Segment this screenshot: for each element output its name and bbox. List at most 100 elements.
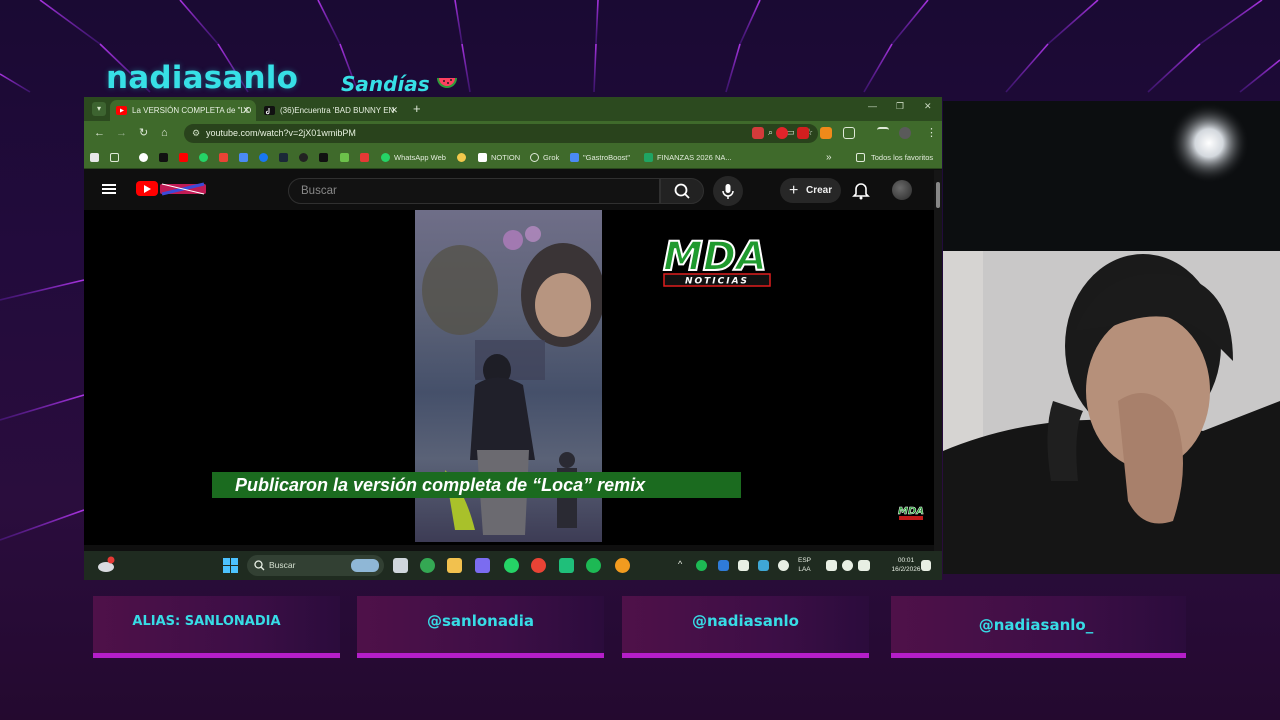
folder-icon — [856, 153, 865, 162]
tab-search-menu[interactable]: ▾ — [92, 102, 106, 116]
hamburger-menu-icon[interactable] — [102, 184, 116, 194]
address-toolbar: ← → ↻ ⌂ ⚙ youtube.com/watch?v=2jX01wmibP… — [84, 121, 942, 146]
calendar-icon[interactable] — [239, 153, 248, 162]
youtube-logo[interactable] — [136, 181, 158, 196]
site-info-icon[interactable]: ⚙ — [192, 128, 200, 139]
pdf-extension-icon[interactable] — [797, 127, 809, 139]
whatsapp-bookmark-icon[interactable] — [199, 153, 208, 162]
tray-mic-icon[interactable] — [778, 560, 789, 571]
spotify-icon[interactable] — [586, 558, 601, 573]
x-icon[interactable] — [159, 153, 168, 162]
browser-window: ▾ La VERSIÓN COMPLETA de "LO ✕ (36)Encue… — [84, 97, 942, 551]
whatsapp-taskbar-icon[interactable] — [504, 558, 519, 573]
close-tab-icon[interactable]: ✕ — [390, 100, 398, 121]
notifications-bell-icon[interactable] — [852, 180, 870, 200]
bookmark-whatsapp[interactable]: WhatsApp Web — [394, 146, 446, 169]
bell-bookmark-icon[interactable] — [457, 153, 466, 162]
language-indicator[interactable]: ESP LAA — [798, 556, 811, 574]
news-caption-banner: Publicaron la versión completa de “Loca”… — [212, 472, 741, 498]
youtube-search-input[interactable]: Buscar — [288, 178, 660, 204]
sheet-red-icon[interactable] — [360, 153, 369, 162]
all-bookmarks[interactable]: Todos los favoritos — [871, 146, 933, 169]
create-button[interactable]: + Crear — [780, 178, 841, 203]
mda-watermark-logo: MDA — [898, 506, 924, 520]
game-bookmark-icon[interactable] — [340, 153, 349, 162]
chrome-active-icon[interactable] — [615, 558, 630, 573]
plus-icon: + — [789, 182, 799, 199]
monitor-icon[interactable] — [826, 560, 837, 571]
zoom-icon[interactable]: ⌕ — [768, 127, 773, 138]
tray-app-icon[interactable] — [738, 560, 749, 571]
threads-icon[interactable] — [299, 153, 308, 162]
play-extension-icon[interactable] — [820, 127, 832, 139]
bluetooth-icon[interactable] — [718, 560, 729, 571]
bookmark-grok[interactable]: Grok — [543, 146, 559, 169]
alias-text: ALIAS: SANLONADIA — [132, 614, 281, 629]
google-icon[interactable] — [139, 153, 148, 162]
create-label: Crear — [806, 185, 833, 196]
forward-icon[interactable]: → — [116, 127, 127, 140]
grid-icon[interactable] — [110, 153, 119, 162]
reload-icon[interactable]: ↻ — [139, 127, 148, 140]
tab-tiktok[interactable]: (36)Encuentra 'BAD BUNNY EN ✕ — [258, 100, 404, 121]
language-top: ESP — [798, 557, 812, 564]
battery-icon[interactable] — [858, 560, 870, 571]
home-icon[interactable]: ⌂ — [161, 127, 168, 140]
close-tab-icon[interactable]: ✕ — [242, 100, 250, 121]
new-tab-button[interactable]: + — [413, 100, 421, 118]
watermelon-icon — [437, 78, 457, 88]
tray-drive-icon[interactable] — [758, 560, 769, 571]
facebook-icon[interactable] — [259, 153, 268, 162]
youtube-bookmark-icon[interactable] — [179, 153, 188, 162]
tray-overflow-icon[interactable]: ^ — [678, 560, 682, 569]
restore-icon[interactable]: ❐ — [896, 101, 904, 112]
social-handle-1: @sanlonadia — [427, 612, 534, 630]
gmail-icon[interactable] — [219, 153, 228, 162]
volume-icon[interactable] — [842, 560, 853, 571]
tab-strip: ▾ La VERSIÓN COMPLETA de "LO ✕ (36)Encue… — [84, 97, 942, 121]
youtube-search-button[interactable] — [660, 178, 704, 204]
mda-watermark-text: MDA — [898, 506, 924, 517]
green-app-icon[interactable] — [559, 558, 574, 573]
address-bar[interactable]: ⚙ youtube.com/watch?v=2jX01wmibPM ⌕ ▭ ☆ — [184, 124, 818, 143]
notion-icon — [478, 153, 487, 162]
system-clock[interactable]: 00:01 16/2/2026 — [890, 556, 922, 574]
bookmark-gastroboost[interactable]: "GastroBoost" — [583, 146, 630, 169]
video-player[interactable]: MDA NOTICIAS Publicaron la versión compl… — [84, 210, 934, 545]
url-text[interactable]: youtube.com/watch?v=2jX01wmibPM — [206, 124, 356, 143]
adblock-extension-icon[interactable] — [752, 127, 764, 139]
minimize-icon[interactable]: — — [868, 101, 877, 111]
tray-spotify-icon[interactable] — [696, 560, 707, 571]
more-bookmarks-icon[interactable]: » — [826, 146, 832, 169]
task-view-icon[interactable] — [393, 558, 408, 573]
voice-search-button[interactable] — [713, 176, 743, 206]
chrome-profile-icon[interactable] — [531, 558, 546, 573]
s-bookmark-icon[interactable] — [319, 153, 328, 162]
channel-name: nadiasanlo — [106, 60, 299, 96]
profile-avatar[interactable] — [899, 127, 911, 139]
extensions-puzzle-icon[interactable] — [843, 127, 855, 139]
tab-youtube[interactable]: La VERSIÓN COMPLETA de "LO ✕ — [110, 100, 256, 121]
youtube-avatar[interactable] — [892, 180, 912, 200]
page-scrollbar[interactable] — [934, 170, 942, 551]
file-explorer-icon[interactable] — [447, 558, 462, 573]
browser-menu-icon[interactable]: ⋮ — [926, 127, 937, 140]
chrome-icon[interactable] — [420, 558, 435, 573]
red-extension-icon[interactable] — [776, 127, 788, 139]
apps-icon[interactable] — [90, 153, 99, 162]
scrollbar-thumb[interactable] — [936, 182, 940, 208]
taskbar-search-input[interactable]: Buscar — [247, 555, 384, 576]
taskbar-search-icon — [254, 560, 265, 571]
steam-icon[interactable] — [279, 153, 288, 162]
social-box-2: @nadiasanlo — [622, 596, 869, 658]
back-icon[interactable]: ← — [94, 127, 105, 140]
windows-start-icon[interactable] — [223, 558, 238, 573]
social-handle-3: @nadiasanlo_ — [978, 616, 1094, 634]
weather-icon[interactable] — [96, 556, 116, 574]
bookmark-finanzas[interactable]: FINANZAS 2026 NA... — [657, 146, 732, 169]
close-window-icon[interactable]: ✕ — [924, 101, 932, 112]
notification-center-icon[interactable] — [921, 560, 931, 571]
copilot-icon[interactable] — [475, 558, 490, 573]
bookmark-notion[interactable]: NOTION — [491, 146, 520, 169]
reading-list-icon[interactable] — [877, 127, 889, 139]
